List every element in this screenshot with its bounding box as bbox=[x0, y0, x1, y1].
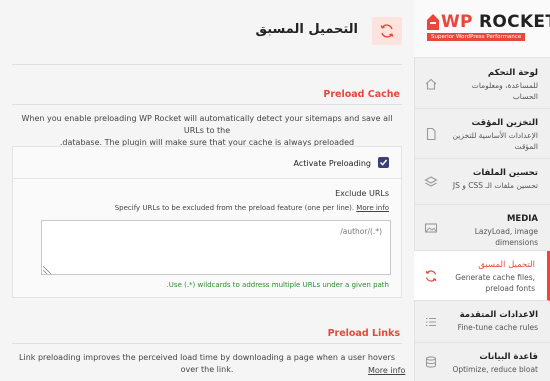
exclude-urls-help-text: Specify URLs to be excluded from the pre… bbox=[114, 204, 355, 212]
preload-cache-title: Preload Cache bbox=[323, 89, 400, 100]
sidebar-item-database[interactable]: قاعدة البيانات Optimize, reduce bloat bbox=[414, 343, 550, 381]
sidebar-item-dashboard[interactable]: لوحة التحكم للمساعدة، ومعلومات الحساب bbox=[414, 59, 550, 109]
preload-cache-description: When you enable preloading WP Rocket wil… bbox=[12, 113, 402, 149]
layers-icon bbox=[424, 175, 438, 187]
sidebar-item-file-optimization[interactable]: تحسين الملفات تحسين ملفات الـ CSS و JS bbox=[414, 159, 550, 205]
card-divider bbox=[13, 178, 401, 179]
sidebar-item-title: التخزين المؤقت bbox=[471, 118, 539, 128]
sidebar-item-title: الاعدادات المتقدمة bbox=[459, 310, 538, 320]
sidebar-item-title: MEDIA bbox=[506, 214, 538, 224]
resize-grip-icon[interactable] bbox=[43, 266, 51, 274]
page-header: التحميل المسبق bbox=[0, 0, 414, 64]
header-divider bbox=[12, 64, 402, 65]
sidebar: WP ROCKET Superior WordPress Performance… bbox=[414, 0, 550, 381]
sidebar-item-cache[interactable]: التخزين المؤقت الإعدادات الأساسية للتخزي… bbox=[414, 109, 550, 159]
preload-links-title: Preload Links bbox=[327, 328, 400, 339]
logo-tagline: Superior WordPress Performance bbox=[427, 33, 526, 41]
sidebar-item-desc: LazyLoad, image dimensions bbox=[474, 227, 538, 247]
database-icon bbox=[425, 356, 437, 368]
sidebar-item-desc: تحسين ملفات الـ CSS و JS bbox=[452, 181, 538, 190]
refresh-icon bbox=[425, 269, 437, 282]
preload-links-description: Link preloading improves the perceived l… bbox=[19, 353, 395, 374]
activate-preloading-label[interactable]: Activate Preloading bbox=[293, 159, 371, 168]
sidebar-item-desc: Fine-tune cache rules bbox=[457, 323, 538, 332]
preload-options-card: Activate Preloading Exclude URLs Specify… bbox=[12, 146, 402, 298]
preload-links-rule bbox=[12, 343, 402, 344]
exclude-more-info-link[interactable]: More info bbox=[356, 204, 389, 212]
rocket-logo-icon bbox=[427, 14, 439, 30]
exclude-urls-help: Specify URLs to be excluded from the pre… bbox=[115, 204, 389, 212]
refresh-icon bbox=[380, 24, 394, 38]
media-icon bbox=[424, 222, 438, 233]
sidebar-item-preload[interactable]: التحميل المسبق Generate cache files, pre… bbox=[414, 251, 550, 301]
page-title: التحميل المسبق bbox=[255, 22, 358, 37]
logo-area: WP ROCKET Superior WordPress Performance bbox=[414, 0, 550, 58]
exclude-urls-textarea[interactable] bbox=[41, 220, 391, 275]
sidebar-item-desc: للمساعدة، ومعلومات الحساب bbox=[471, 81, 538, 101]
sidebar-item-title: لوحة التحكم bbox=[487, 68, 538, 78]
list-icon bbox=[426, 317, 436, 326]
wp-rocket-logo[interactable]: WP ROCKET Superior WordPress Performance bbox=[427, 12, 550, 44]
logo-wordmark: WP ROCKET bbox=[441, 12, 550, 32]
page-icon-box bbox=[372, 17, 402, 45]
file-icon bbox=[426, 127, 436, 140]
sidebar-item-desc: Optimize, reduce bloat bbox=[452, 365, 538, 374]
sidebar-item-desc: الإعدادات الأساسية للتخزين المؤقت bbox=[452, 131, 538, 151]
activate-preloading-checkbox[interactable] bbox=[378, 157, 389, 168]
exclude-urls-title: Exclude URLs bbox=[335, 189, 389, 198]
sidebar-item-title: تحسين الملفات bbox=[472, 168, 538, 178]
home-icon bbox=[425, 78, 437, 90]
preload-cache-description-line1: When you enable preloading WP Rocket wil… bbox=[21, 114, 393, 135]
sidebar-item-media[interactable]: MEDIA LazyLoad, image dimensions bbox=[414, 205, 550, 251]
sidebar-item-title: قاعدة البيانات bbox=[479, 352, 538, 362]
main-content: التحميل المسبق Preload Cache When you en… bbox=[0, 0, 414, 381]
check-icon bbox=[379, 159, 388, 166]
sidebar-item-title: التحميل المسبق bbox=[478, 260, 535, 270]
preload-links-more-info-link[interactable]: More info bbox=[368, 366, 405, 375]
preload-cache-rule bbox=[12, 104, 402, 105]
sidebar-item-advanced-rules[interactable]: الاعدادات المتقدمة Fine-tune cache rules bbox=[414, 301, 550, 343]
wildcard-hint: .Use (.*) wildcards to address multiple … bbox=[166, 281, 389, 289]
sidebar-item-desc: Generate cache files, preload fonts bbox=[455, 273, 535, 293]
